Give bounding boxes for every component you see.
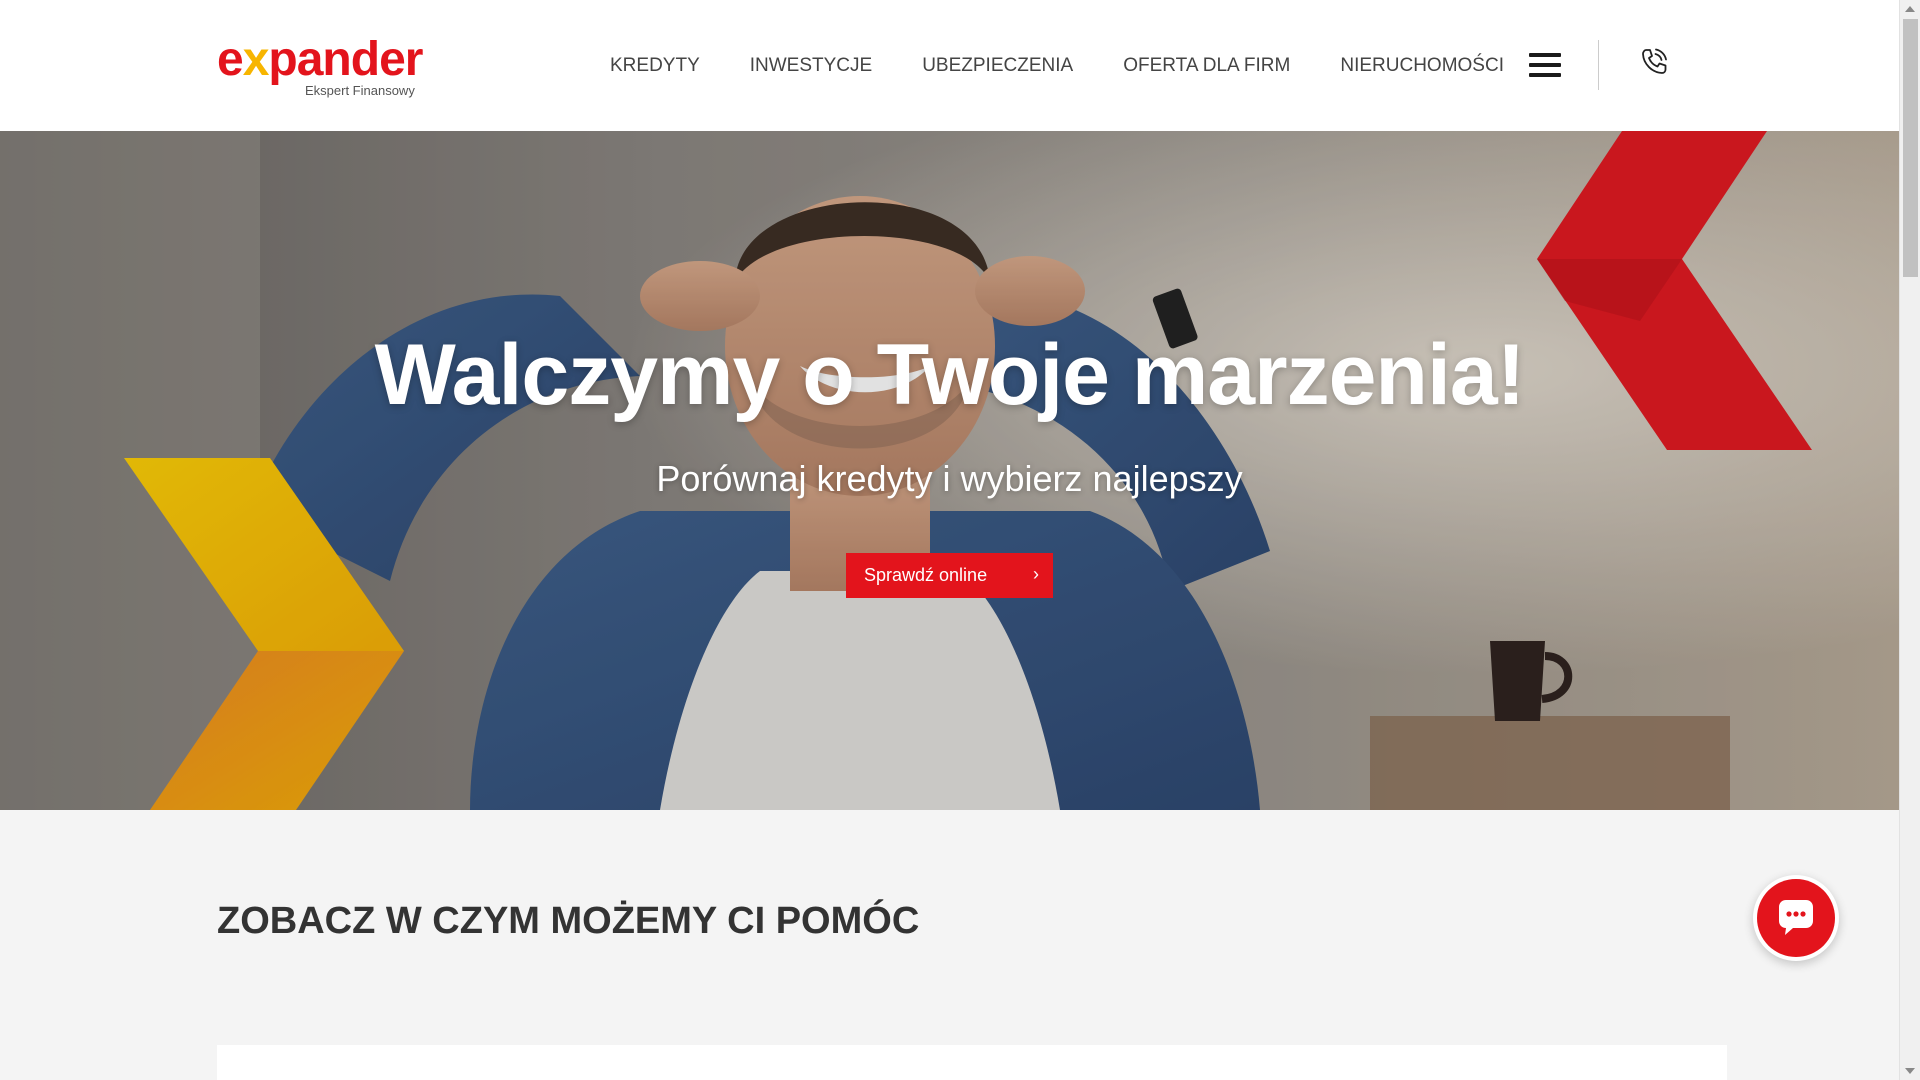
nav-divider <box>1598 40 1599 90</box>
nav-item-inwestycje[interactable]: INWESTYCJE <box>750 55 872 77</box>
main-nav: KREDYTY INWESTYCJE UBEZPIECZENIA OFERTA … <box>610 0 1504 131</box>
scroll-up-arrow-icon[interactable] <box>1905 6 1915 12</box>
hero-title: Walczymy o Twoje marzenia! <box>374 327 1526 423</box>
hero-subtitle: Porównaj kredyty i wybierz najlepszy <box>656 458 1243 499</box>
nav-item-oferta-dla-firm[interactable]: OFERTA DLA FIRM <box>1123 55 1290 77</box>
scroll-down-arrow-icon[interactable] <box>1905 1068 1915 1074</box>
check-online-button[interactable]: Sprawdź online › <box>846 553 1053 598</box>
hamburger-menu-icon[interactable] <box>1529 53 1561 77</box>
section-title: ZOBACZ W CZYM MOŻEMY CI POMÓC <box>217 900 920 942</box>
content-card <box>217 1045 1727 1080</box>
logo-wordmark: expander <box>217 33 423 86</box>
scroll-thumb[interactable] <box>1903 19 1918 277</box>
phone-icon[interactable] <box>1636 44 1672 80</box>
chevron-right-icon: › <box>1033 564 1039 584</box>
chat-button[interactable] <box>1753 875 1839 961</box>
chat-bubble-icon <box>1757 879 1835 957</box>
check-online-label: Sprawdź online <box>864 565 988 585</box>
page-scrollbar[interactable] <box>1899 0 1920 1080</box>
nav-item-kredyty[interactable]: KREDYTY <box>610 55 700 77</box>
nav-item-ubezpieczenia[interactable]: UBEZPIECZENIA <box>922 55 1073 77</box>
site-header: expander Ekspert Finansowy KREDYTY INWES… <box>0 0 1899 131</box>
nav-item-nieruchomosci[interactable]: NIERUCHOMOŚCI <box>1340 55 1504 77</box>
hero-banner: Walczymy o Twoje marzenia! Porównaj kred… <box>0 131 1899 810</box>
logo-tagline: Ekspert Finansowy <box>305 83 415 98</box>
expander-logo[interactable]: expander Ekspert Finansowy <box>217 34 423 100</box>
